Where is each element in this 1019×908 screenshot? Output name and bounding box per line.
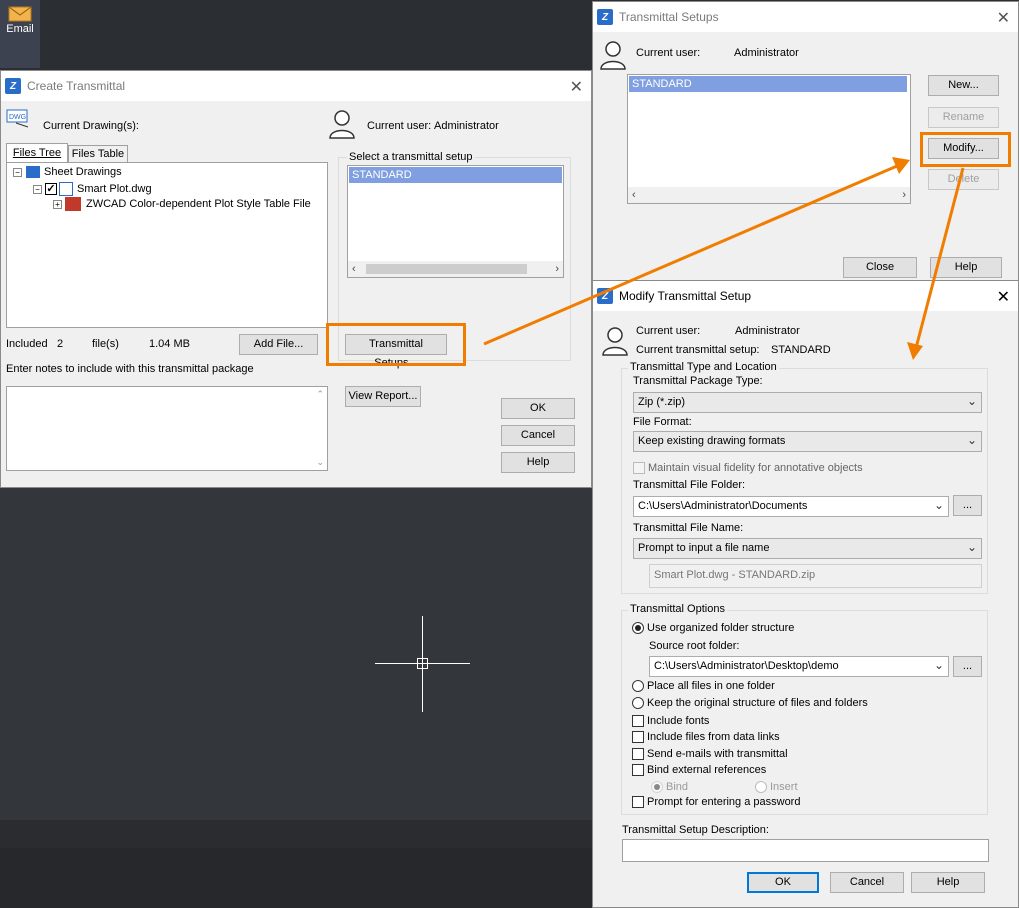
arrow-to-modify-dialog-head	[907, 342, 923, 360]
arrow-to-modify-line	[483, 164, 898, 346]
arrow-to-modify-dialog-line	[914, 167, 965, 349]
annotation-arrows	[483, 157, 965, 360]
